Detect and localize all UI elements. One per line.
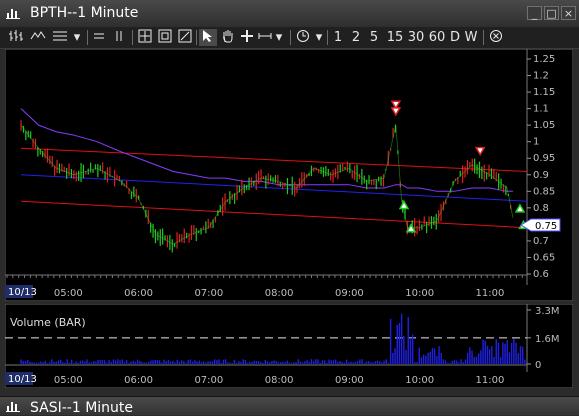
next-window-title-bar[interactable]: SASI--1 Minute — [0, 396, 579, 416]
close-button[interactable]: × — [561, 6, 576, 20]
time-tick-label: 05:00 — [54, 288, 83, 299]
price-chart[interactable]: 1.25 1.2 1.15 1.1 1.05 1 0.95 0.9 0.85 0.8 0.75 0.7… — [4, 48, 574, 302]
cursor-icon — [203, 30, 212, 42]
price-tick-label: 1.25 — [533, 54, 555, 65]
volume-chart-pane[interactable]: 3.3M 1.6M 0 05:00 06:00 07:00 08:00 09:00 10:00 1… — [4, 303, 574, 389]
volume-label: Volume (BAR) — [10, 316, 86, 329]
volume-chart[interactable]: 3.3M 1.6M 0 05:00 06:00 07:00 08:00 09:00 10:00 1… — [4, 303, 574, 389]
measure-icon — [258, 33, 272, 39]
title-bar[interactable]: BPTH--1 Minute _ □ × — [0, 0, 579, 28]
zoom-out-icon — [178, 29, 192, 43]
vline-button[interactable] — [110, 29, 128, 46]
price-tick-label: 1 — [533, 137, 539, 148]
style-dropdown[interactable]: ▾ — [72, 29, 82, 46]
close-icon — [490, 30, 502, 42]
volume-time-label: 05:00 — [54, 375, 83, 386]
price-tick-label: 0.8 — [533, 203, 549, 214]
plus-icon — [241, 30, 253, 42]
maximize-button[interactable]: □ — [544, 6, 559, 20]
clock-button[interactable] — [294, 29, 312, 46]
interval-60[interactable]: 60 — [427, 29, 447, 46]
minimize-button[interactable]: _ — [527, 6, 542, 20]
price-tick-label: 0.9 — [533, 170, 549, 181]
price-line — [20, 124, 514, 245]
clock-icon — [297, 30, 309, 42]
interval-15[interactable]: 15 — [385, 29, 405, 46]
time-tick-label: 08:00 — [265, 288, 294, 299]
candles — [20, 120, 512, 253]
interval-2[interactable]: 2 — [349, 29, 363, 46]
bar-chart-icon — [6, 9, 20, 19]
hand-button[interactable] — [219, 29, 237, 46]
hline-icon — [94, 33, 104, 39]
candlestick-icon — [30, 31, 46, 40]
volume-time-label: 09:00 — [335, 375, 364, 386]
line-style-icon — [53, 31, 67, 41]
candlestick-button[interactable] — [28, 29, 48, 46]
time-tick-label: 10:00 — [405, 288, 434, 299]
interval-30[interactable]: 30 — [406, 29, 426, 46]
price-chart-pane[interactable]: 1.25 1.2 1.15 1.1 1.05 1 0.95 0.9 0.85 0.8 0.75 0.7… — [4, 48, 574, 302]
crosshair-icon — [138, 29, 152, 43]
crosshair-button[interactable] — [136, 29, 154, 46]
sell-marker — [390, 107, 402, 117]
buy-marker — [405, 223, 417, 233]
date-label: 10/13 — [8, 287, 37, 298]
interval-w[interactable]: W — [463, 29, 479, 46]
time-tick-label: 07:00 — [194, 288, 223, 299]
cursor-button[interactable] — [199, 29, 217, 46]
price-pane-border — [4, 48, 574, 302]
tools-dropdown[interactable]: ▾ — [274, 29, 284, 46]
hline-button[interactable] — [90, 29, 108, 46]
price-tick-label: 0.6 — [533, 269, 549, 280]
interval-1[interactable]: 1 — [331, 29, 345, 46]
bar-chart-icon — [9, 30, 23, 41]
volume-date-label: 10/13 — [8, 374, 37, 385]
volume-time-label: 11:00 — [476, 375, 505, 386]
measure-button[interactable] — [257, 29, 273, 46]
bar-chart-icon — [6, 402, 20, 412]
price-tick-label: 0.7 — [533, 236, 549, 247]
plus-button[interactable] — [239, 29, 255, 46]
chart-window: BPTH--1 Minute _ □ × ▾ ▾ ▾ 1 2 5 15 30 6… — [0, 0, 579, 416]
price-tick-label: 0.95 — [533, 153, 555, 164]
interval-d[interactable]: D — [448, 29, 462, 46]
sell-marker — [474, 146, 486, 157]
zoom-box-button[interactable] — [156, 29, 174, 46]
interval-dropdown[interactable]: ▾ — [314, 29, 324, 46]
price-tick-label: 1.1 — [533, 104, 549, 115]
price-tick-label: 1.15 — [533, 87, 555, 98]
line-style-button[interactable] — [50, 29, 70, 46]
time-tick-label: 11:00 — [476, 288, 505, 299]
price-tick-label: 1.2 — [533, 71, 549, 82]
chart-type-button[interactable] — [6, 29, 26, 46]
price-tick-label: 0.85 — [533, 186, 555, 197]
zoom-out-button[interactable] — [176, 29, 194, 46]
indicators-button[interactable] — [487, 29, 505, 46]
zoom-box-icon — [158, 29, 172, 43]
price-tick-label: 0.65 — [533, 252, 555, 263]
volume-time-label: 06:00 — [124, 375, 153, 386]
volume-time-label: 07:00 — [194, 375, 223, 386]
volume-tick-label: 1.6M — [535, 334, 560, 345]
chart-toolbar: ▾ ▾ ▾ 1 2 5 15 30 60 D W — [0, 27, 579, 49]
vline-icon — [116, 31, 122, 41]
hand-icon — [223, 30, 233, 43]
current-price-label: 0.75 — [535, 221, 557, 232]
trend-line — [21, 200, 528, 229]
buy-marker — [514, 203, 526, 213]
window-title: BPTH--1 Minute — [30, 5, 139, 21]
time-tick-label: 06:00 — [124, 288, 153, 299]
buy-marker — [398, 200, 410, 210]
interval-5[interactable]: 5 — [367, 29, 381, 46]
volume-time-label: 10:00 — [405, 375, 434, 386]
price-tick-label: 1.05 — [533, 120, 555, 131]
volume-time-label: 08:00 — [265, 375, 294, 386]
time-tick-label: 09:00 — [335, 288, 364, 299]
volume-tick-label: 3.3M — [535, 306, 560, 317]
volume-tick-label: 0 — [535, 360, 541, 371]
